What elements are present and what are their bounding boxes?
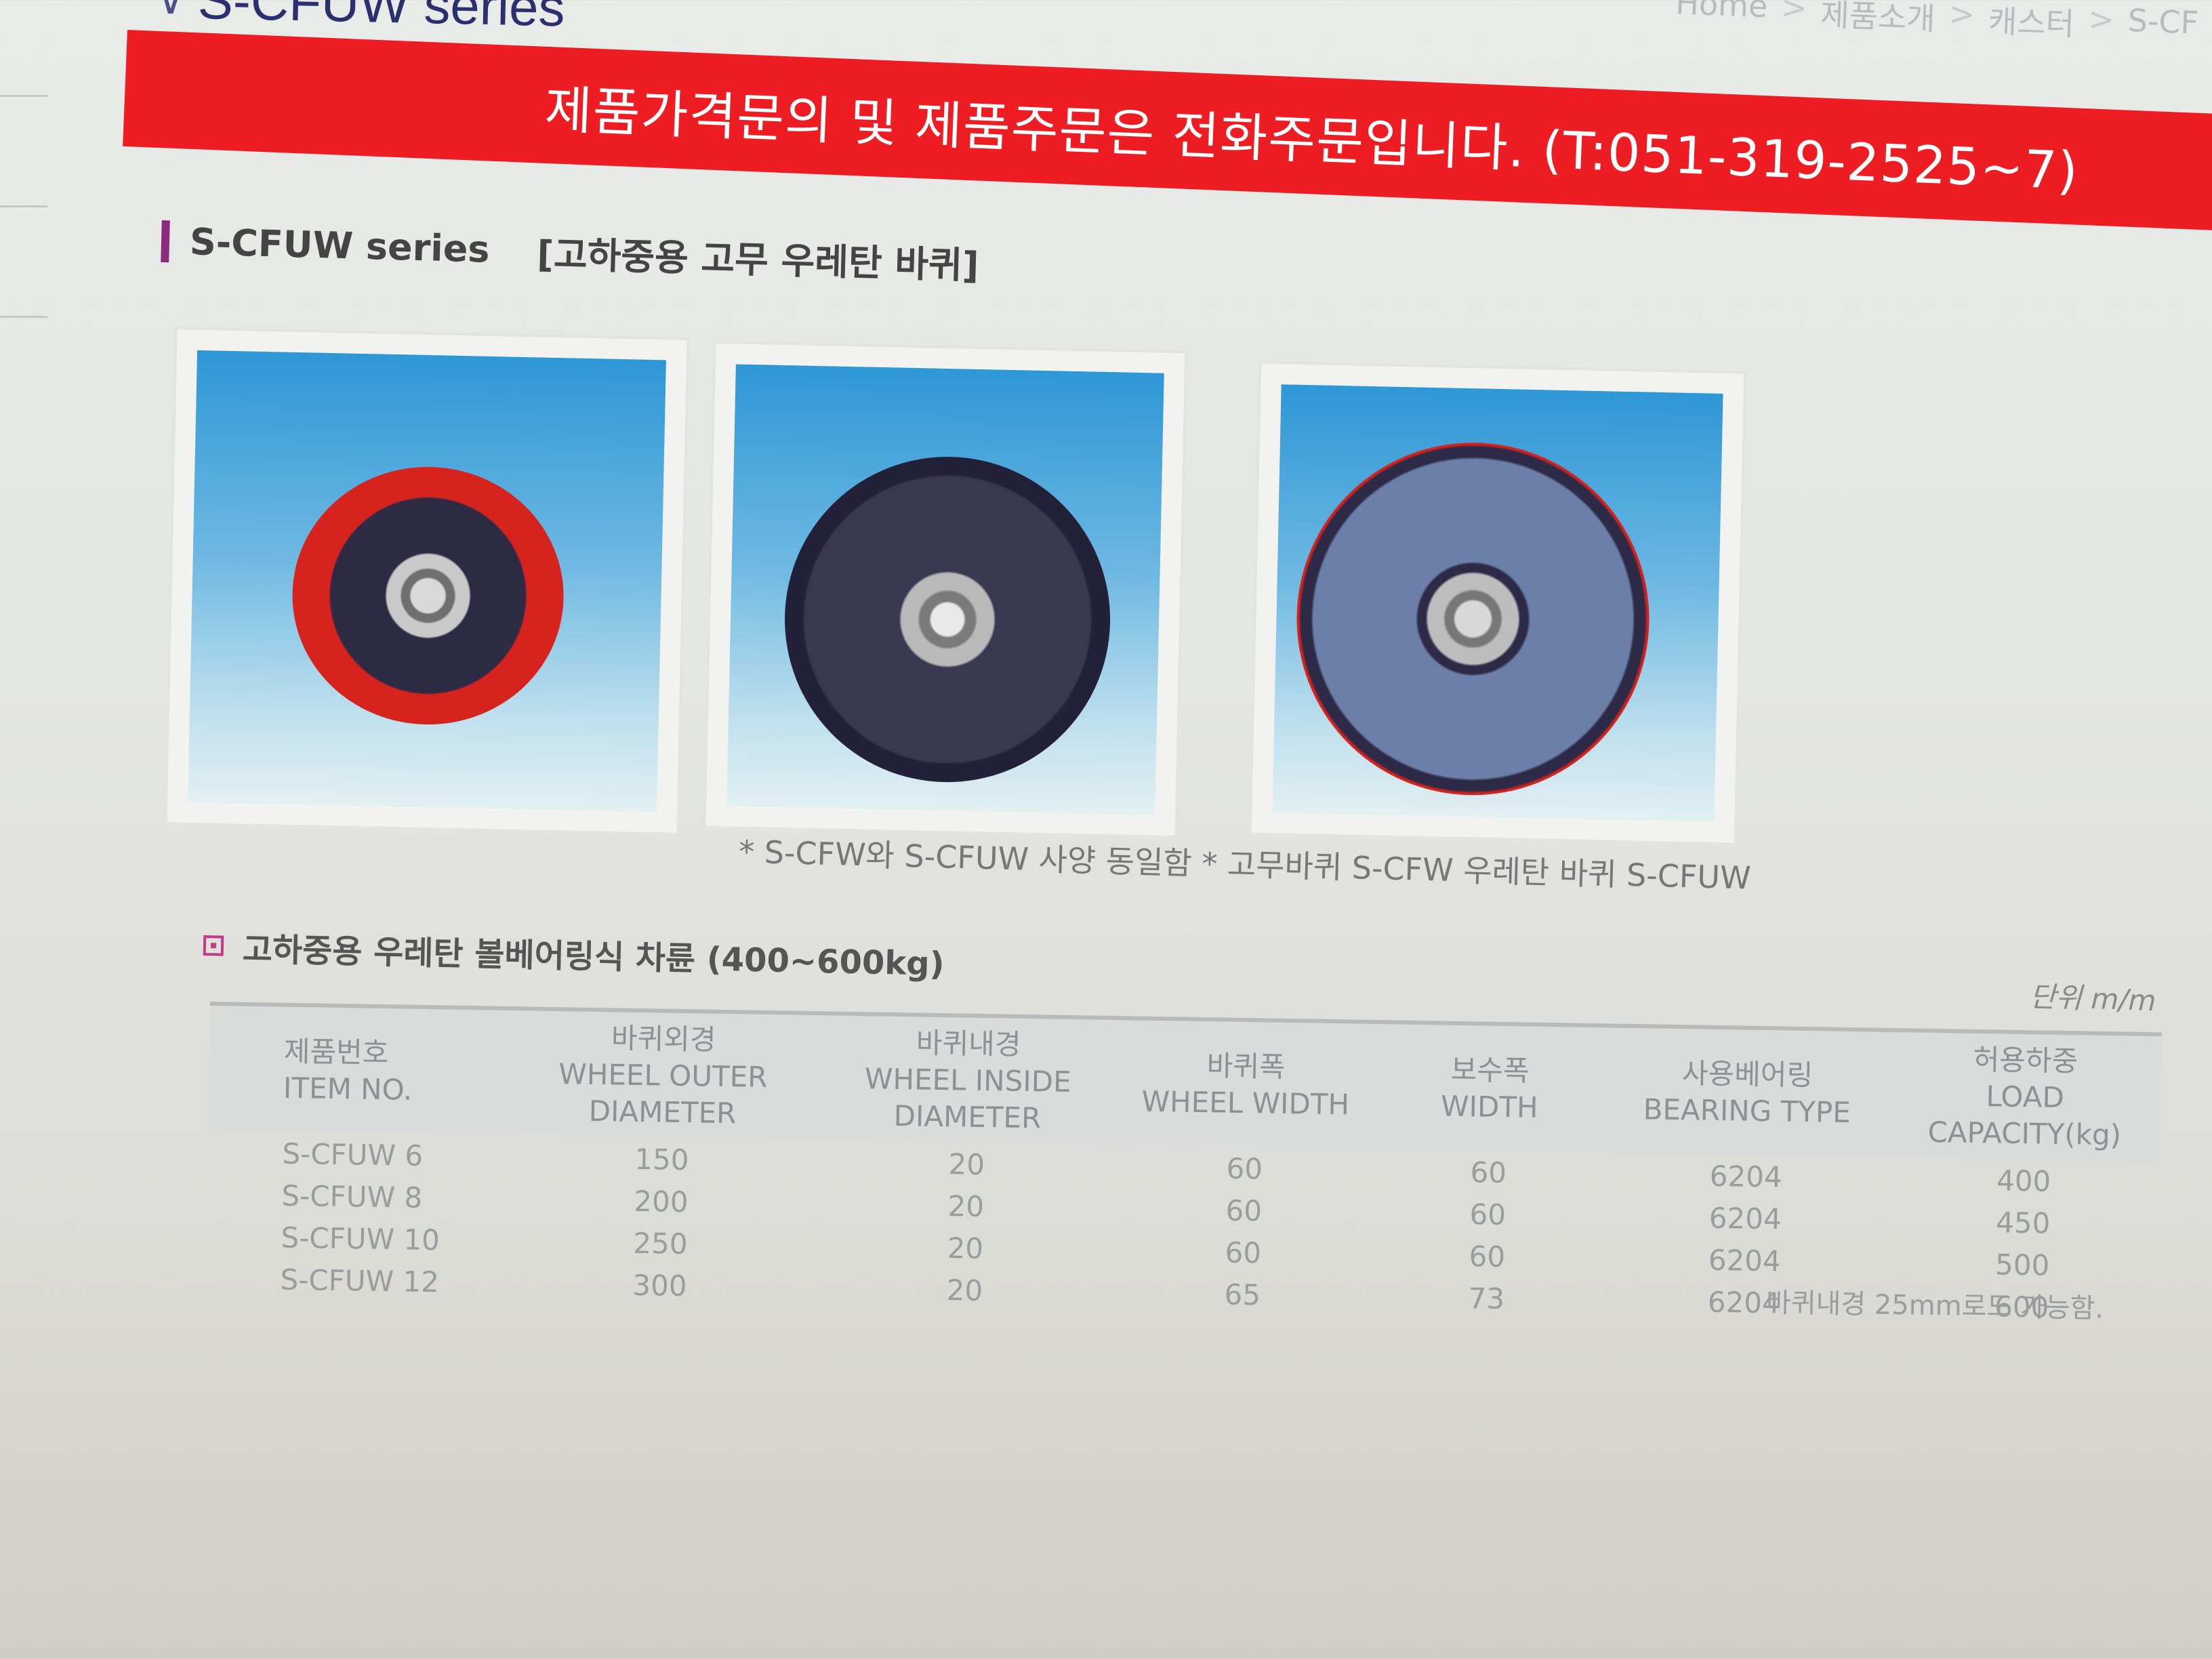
- heading-accent-bar: [161, 220, 170, 262]
- cell-bearing-type: 6204: [1708, 1243, 1782, 1278]
- column-header-ko: 보수폭: [1450, 1052, 1530, 1088]
- cell-width: 60: [1470, 1155, 1507, 1190]
- column-header-ko: 바퀴내경: [916, 1026, 1021, 1061]
- cell-width: 60: [1469, 1197, 1507, 1232]
- cell-load-capacity: 500: [1994, 1248, 2050, 1282]
- page-title-text: S-CFUW series: [197, 0, 566, 38]
- cell-load-capacity: 450: [1995, 1206, 2051, 1240]
- page-edge-marks: [0, 95, 47, 426]
- spec-heading-text: 고하중용 우레탄 볼베어링식 차륜 (400~600kg): [242, 930, 945, 983]
- product-photo-black-rubber[interactable]: [703, 340, 1188, 839]
- column-header-wheel-width: 바퀴폭 WHEEL WIDTH: [1116, 1018, 1376, 1150]
- cell-wheel-width: 60: [1225, 1193, 1263, 1228]
- divider: [0, 205, 47, 207]
- breadcrumb-caster[interactable]: 캐스터: [1988, 0, 2075, 45]
- cell-outer-diameter: 300: [632, 1268, 687, 1303]
- divider: [0, 95, 47, 97]
- order-notice-banner: 제품가격문의 및 제품주문은 전화주문입니다. (T:051-319-2525~…: [123, 30, 2212, 234]
- cell-inside-diameter: 20: [947, 1189, 985, 1223]
- product-photos: [164, 327, 1748, 847]
- cell-item-no: S-CFUW 6: [282, 1136, 424, 1172]
- cell-wheel-width: 65: [1224, 1277, 1261, 1312]
- cell-bearing-type: 6204: [1708, 1201, 1782, 1236]
- column-header-en: WHEEL WIDTH: [1141, 1084, 1350, 1122]
- column-header-en: LOAD CAPACITY(kg): [1927, 1080, 2122, 1152]
- chevron-right-icon: >: [2087, 0, 2115, 39]
- breadcrumb-home[interactable]: Home: [1675, 0, 1768, 33]
- column-header-item-no: 제품번호 ITEM NO.: [208, 1004, 508, 1136]
- wheel-image: [289, 464, 567, 728]
- column-header-en: WIDTH: [1440, 1089, 1538, 1124]
- square-bullet-icon: [203, 935, 224, 956]
- column-header-ko: 허용하중: [1973, 1042, 2078, 1078]
- column-header-en: ITEM NO.: [283, 1071, 413, 1107]
- cell-item-no: S-CFUW 8: [281, 1179, 423, 1214]
- breadcrumb: Home > 제품소개 > 캐스터 > S-CF: [1675, 0, 2199, 49]
- cell-item-no: S-CFUW 10: [281, 1221, 441, 1257]
- column-header-ko: 바퀴외경: [611, 1021, 716, 1057]
- series-description: [고하중용 고무 우레탄 바퀴]: [536, 232, 980, 287]
- cell-inside-diameter: 20: [947, 1231, 984, 1265]
- column-header-en: WHEEL INSIDE DIAMETER: [864, 1062, 1072, 1135]
- column-header-en: WHEEL OUTER DIAMETER: [558, 1057, 768, 1130]
- photo-background: [726, 364, 1164, 815]
- series-name: S-CFUW series: [189, 220, 491, 271]
- chevron-right-icon: >: [1948, 0, 1976, 33]
- spec-heading: 고하중용 우레탄 볼베어링식 차륜 (400~600kg): [203, 922, 945, 985]
- cell-width: 73: [1468, 1282, 1505, 1316]
- column-header-ko: 사용베어링: [1681, 1057, 1814, 1092]
- wheel-image: [1293, 438, 1653, 799]
- photo-background: [1272, 384, 1723, 822]
- chevron-down-icon: ∨: [155, 0, 186, 24]
- cell-outer-diameter: 200: [633, 1184, 689, 1219]
- cell-load-capacity: 400: [1996, 1164, 2051, 1198]
- breadcrumb-products[interactable]: 제품소개: [1820, 0, 1936, 39]
- column-header-inside-diameter: 바퀴내경 WHEEL INSIDE DIAMETER: [818, 1013, 1118, 1146]
- product-photo-small-red[interactable]: [164, 327, 690, 836]
- chevron-right-icon: >: [1780, 0, 1808, 26]
- cell-outer-diameter: 150: [634, 1142, 689, 1177]
- breadcrumb-current[interactable]: S-CF: [2127, 2, 2199, 49]
- column-header-bearing-type: 사용베어링 BEARING TYPE: [1604, 1025, 1891, 1158]
- cell-item-no: S-CFUW 12: [280, 1263, 440, 1299]
- series-heading: S-CFUW series [고하중용 고무 우레탄 바퀴]: [161, 214, 980, 289]
- divider: [0, 316, 47, 318]
- photo-background: [188, 350, 666, 813]
- column-header-outer-diameter: 바퀴외경 WHEEL OUTER DIAMETER: [506, 1008, 820, 1141]
- column-header-load-capacity: 허용하중 LOAD CAPACITY(kg): [1889, 1030, 2162, 1162]
- order-notice-text: 제품가격문의 및 제품주문은 전화주문입니다. (T:051-319-2525~…: [544, 79, 2080, 201]
- table-footnote: 바퀴내경 25mm로도 가능함.: [1765, 1287, 2104, 1325]
- cell-inside-diameter: 20: [948, 1147, 985, 1181]
- cell-wheel-width: 60: [1225, 1235, 1262, 1270]
- column-header-en: BEARING TYPE: [1643, 1092, 1851, 1130]
- product-photo-large-red[interactable]: [1248, 361, 1747, 846]
- cell-inside-diameter: 20: [946, 1273, 983, 1307]
- spec-table: 제품번호 ITEM NO. 바퀴외경 WHEEL OUTER DIAMETER …: [205, 1002, 2162, 1330]
- wheel-image: [781, 453, 1114, 786]
- cell-width: 60: [1469, 1240, 1506, 1274]
- cell-bearing-type: 6204: [1709, 1159, 1783, 1194]
- column-header-ko: 바퀴폭: [1206, 1049, 1286, 1084]
- unit-label: 단위 m/m: [2029, 979, 2157, 1018]
- cell-wheel-width: 60: [1226, 1151, 1263, 1186]
- cell-outer-diameter: 250: [633, 1226, 688, 1261]
- column-header-ko: 제품번호: [283, 1034, 389, 1070]
- column-header-width: 보수폭 WIDTH: [1374, 1022, 1606, 1153]
